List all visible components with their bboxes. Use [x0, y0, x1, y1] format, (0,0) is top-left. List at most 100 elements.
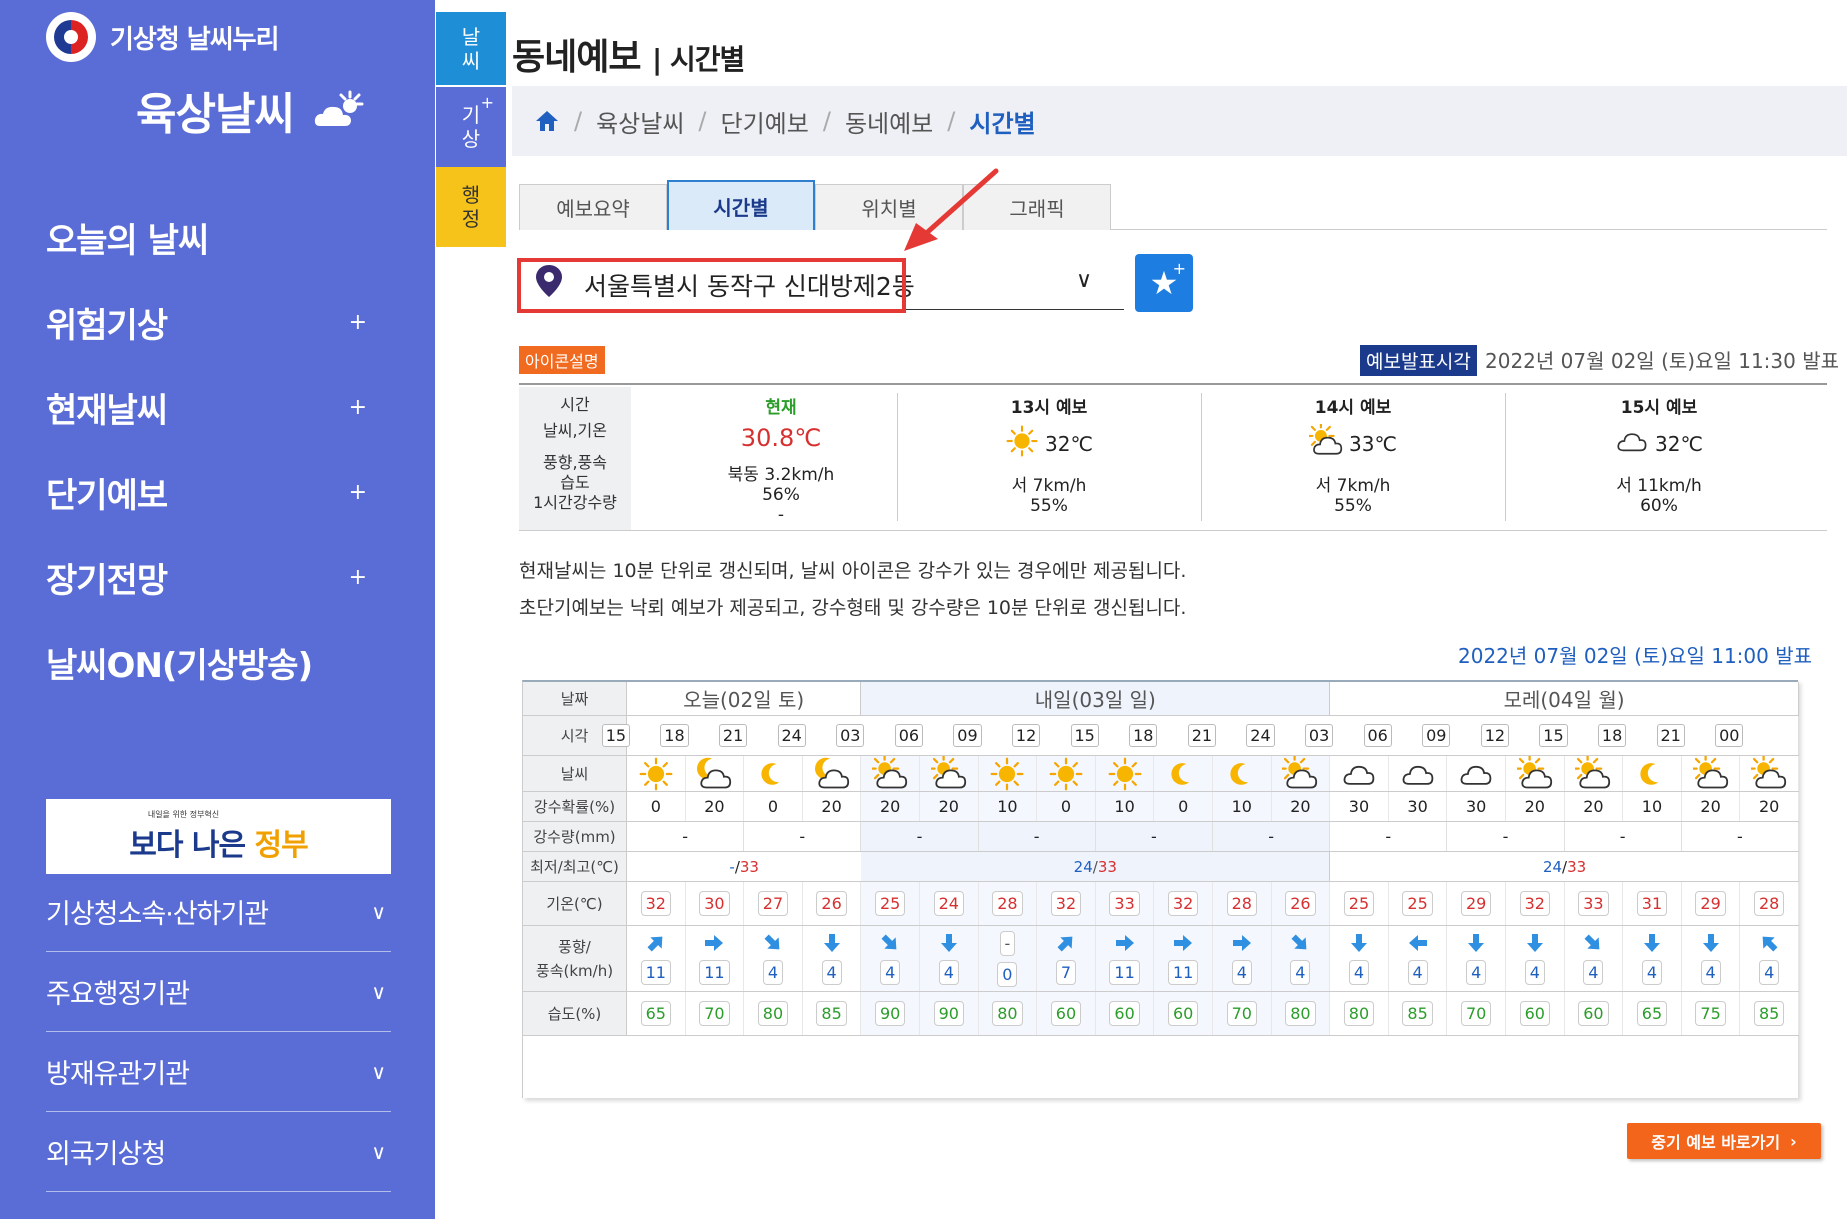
sun-cloud-icon — [1740, 755, 1799, 791]
moon-icon — [1213, 756, 1272, 791]
day-header: 내일(03일 일) — [861, 682, 1331, 715]
row-minmax: 최저/최고(℃) -/33 24/33 24/33 — [523, 852, 1799, 882]
pop-cell: 20 — [920, 792, 979, 821]
chevron-down-icon[interactable]: ∨ — [1076, 268, 1092, 293]
pop-cell: 30 — [1447, 792, 1506, 821]
hum-cell: 80 — [744, 992, 803, 1035]
now-15h: 15시 예보 32℃ 서 11km/h 60% — [1616, 398, 1703, 516]
temp-cell: 25 — [861, 882, 920, 925]
row-label-hum: 습도(%) — [523, 992, 627, 1035]
pop-cell: 10 — [978, 792, 1038, 821]
rain-cell: - — [1213, 822, 1331, 851]
crumb-short[interactable]: 단기예보 — [721, 104, 809, 139]
nav-item-broadcast[interactable]: 날씨ON(기상방송) — [46, 620, 376, 705]
pop-cell: 0 — [1037, 792, 1096, 821]
hum-cell: 85 — [1389, 992, 1448, 1035]
wind-cell: 4 — [1389, 926, 1448, 991]
nav-item-short-term[interactable]: 단기예보 + — [46, 450, 376, 535]
wind-cell: 11 — [1095, 926, 1155, 991]
view-tabs: 예보요약 시간별 위치별 그래픽 — [519, 180, 1111, 230]
chevron-down-icon: ∨ — [371, 1139, 386, 1164]
sun-cloud-icon — [920, 755, 979, 791]
chevron-down-icon: ∨ — [371, 899, 386, 924]
annotation-arrow — [904, 168, 999, 251]
pop-cell: 0 — [1154, 792, 1213, 821]
vtab-meteorology[interactable]: 기 상 + — [436, 87, 506, 167]
nav-item-long-term[interactable]: 장기전망 + — [46, 535, 376, 620]
pop-cell: 20 — [803, 792, 862, 821]
wind-cell: 4 — [1506, 926, 1565, 991]
temp-cell: 24 — [920, 882, 979, 925]
time-cell: 18 — [660, 716, 719, 755]
tab-summary[interactable]: 예보요약 — [519, 184, 667, 230]
sun-cloud-icon — [1565, 755, 1624, 791]
hum-cell: 80 — [1271, 992, 1331, 1035]
time-cell: 21 — [718, 716, 778, 755]
sidebar: 기상청 날씨누리 육상날씨 오늘의 날씨 위험기상 + 현재날씨 + 단기예보 + 장… — [0, 0, 435, 1219]
moon-icon — [744, 756, 803, 791]
page-title: 동네예보 | 시간별 — [512, 37, 745, 78]
favorite-button[interactable]: ★ + — [1135, 254, 1193, 312]
temp-cell: 28 — [1740, 882, 1799, 925]
pop-cell: 20 — [1740, 792, 1799, 821]
nav-item-danger[interactable]: 위험기상 + — [46, 280, 376, 365]
time-cell: 09 — [1422, 716, 1481, 755]
hum-cell: 90 — [920, 992, 979, 1035]
hum-cell: 80 — [978, 992, 1038, 1035]
section-title-text: 육상날씨 — [136, 89, 295, 140]
org-item-major[interactable]: 주요행정기관 ∨ — [46, 952, 391, 1032]
minmax-cell: 24/33 — [861, 852, 1331, 881]
row-time: 시각 15 18 21 24 03 06 09 12 15 18 21 24 03 06 09 12 15 18 21… — [523, 716, 1799, 756]
mid-term-forecast-button[interactable]: 중기 예보 바로가기 › — [1627, 1123, 1821, 1159]
gov-innovation-banner[interactable]: 내일을 위한 정부혁신 보다 나은 정부 — [46, 799, 391, 874]
home-icon[interactable] — [534, 109, 560, 133]
org-item-affiliates[interactable]: 기상청소속·산하기관 ∨ — [46, 872, 391, 952]
row-label-rain: 강수량(mm) — [523, 822, 627, 851]
pop-cell: 10 — [1095, 792, 1155, 821]
hum-cell: 70 — [686, 992, 745, 1035]
wind-cell: 4 — [1447, 926, 1506, 991]
time-cell: 03 — [1304, 716, 1364, 755]
org-item-foreign[interactable]: 외국기상청 ∨ — [46, 1112, 391, 1192]
chevron-down-icon: ∨ — [371, 979, 386, 1004]
vtab-admin[interactable]: 행 정 — [436, 167, 506, 247]
crumb-land[interactable]: 육상날씨 — [596, 104, 684, 139]
expand-icon: + — [348, 395, 367, 420]
banner-small-text: 내일을 위한 정부혁신 — [147, 810, 220, 819]
org-list: 기상청소속·산하기관 ∨ 주요행정기관 ∨ 방재유관기관 ∨ 외국기상청 ∨ — [46, 872, 391, 1192]
org-item-disaster[interactable]: 방재유관기관 ∨ — [46, 1032, 391, 1112]
temp-cell: 28 — [978, 882, 1038, 925]
hum-cell: 65 — [1623, 992, 1682, 1035]
time-cell: 12 — [1011, 716, 1071, 755]
wind-cell: 4 — [861, 926, 920, 991]
pop-cell: 30 — [1330, 792, 1389, 821]
icon-description-button[interactable]: 아이콘설명 — [519, 346, 605, 374]
crumb-town[interactable]: 동네예보 — [845, 104, 933, 139]
tab-hourly[interactable]: 시간별 — [667, 180, 815, 230]
pop-cell: 20 — [686, 792, 745, 821]
pop-cell: 20 — [1271, 792, 1331, 821]
chevron-right-icon: › — [1790, 1131, 1797, 1151]
rain-cell: - — [627, 822, 745, 851]
time-cell: 21 — [1187, 716, 1247, 755]
rain-cell: - — [861, 822, 979, 851]
temp-cell: 33 — [1565, 882, 1624, 925]
now-13h: 13시 예보 32℃ 서 7km/h 55% — [899, 393, 1199, 516]
vtab-weather[interactable]: 날 씨 — [436, 12, 506, 85]
moon-icon — [1623, 756, 1682, 791]
brand-logo-link[interactable]: 기상청 날씨누리 — [46, 12, 279, 62]
pop-cell: 20 — [861, 792, 920, 821]
moon-icon — [1154, 756, 1213, 791]
hum-cell: 60 — [1154, 992, 1213, 1035]
chevron-down-icon: ∨ — [371, 1059, 386, 1084]
nav-item-current[interactable]: 현재날씨 + — [46, 365, 376, 450]
location-highlight — [517, 258, 906, 313]
main-nav: 오늘의 날씨 위험기상 + 현재날씨 + 단기예보 + 장기전망 + 날씨ON(기상방송… — [46, 195, 376, 705]
rain-cell: - — [1447, 822, 1565, 851]
pop-cell: 20 — [1682, 792, 1741, 821]
cloud-sun-icon — [314, 90, 364, 126]
row-label-temp: 기온(℃) — [523, 882, 627, 925]
nav-item-today[interactable]: 오늘의 날씨 — [46, 195, 376, 280]
pop-cell: 10 — [1623, 792, 1682, 821]
row-pop: 강수확률(%) 0 20 0 20 20 20 10 0 10 0 10 20 30 30 30 20 20 10 2… — [523, 792, 1799, 822]
